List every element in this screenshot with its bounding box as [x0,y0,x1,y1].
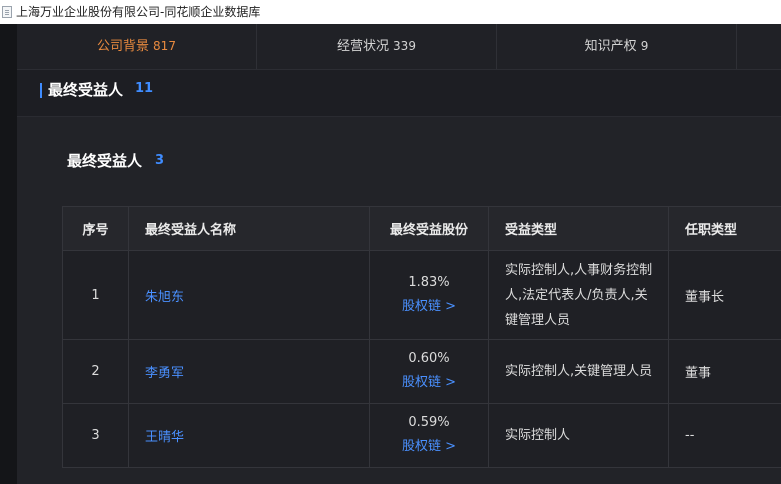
table-header-row: 序号 最终受益人名称 最终受益股份 受益类型 任职类型 [62,206,781,251]
header-position: 任职类型 [668,206,781,251]
header-name: 最终受益人名称 [128,206,370,251]
equity-chain-link[interactable]: 股权链 > [370,294,488,319]
cell-name: 李勇军 [128,339,370,404]
beneficiary-table: 序号 最终受益人名称 最终受益股份 受益类型 任职类型 1 朱旭东 1.83% … [62,206,781,468]
table-row: 1 朱旭东 1.83% 股权链 > 实际控制人,人事财务控制人,法定代表人/负责… [62,250,781,340]
tab-operating-status[interactable]: 经营状况 339 [257,24,497,69]
tab-count: 339 [393,39,416,53]
tab-count: 9 [640,39,649,53]
tab-label: 公司背景 [97,39,150,54]
cell-share: 0.59% 股权链 > [369,403,489,468]
beneficiary-name-link[interactable]: 朱旭东 [145,290,184,305]
cell-type: 实际控制人 [488,403,669,468]
panel-count: 3 [155,153,165,168]
cell-index: 2 [62,339,129,404]
share-percent: 0.59% [408,415,450,430]
header-type: 受益类型 [488,206,669,251]
beneficiary-panel: 最终受益人 3 序号 最终受益人名称 最终受益股份 受益类型 任职类型 1 朱旭… [17,117,781,484]
tab-more[interactable] [737,24,781,69]
tab-intellectual-property[interactable]: 知识产权 9 [497,24,737,69]
share-percent: 0.60% [408,351,450,366]
beneficiary-name-link[interactable]: 王晴华 [145,430,184,445]
document-icon [2,6,12,18]
beneficiary-name-link[interactable]: 李勇军 [145,366,184,381]
cell-name: 王晴华 [128,403,370,468]
cell-index: 1 [62,250,129,340]
cell-position: 董事长 [668,250,781,340]
tab-label: 经营状况 [337,39,390,54]
table-row: 3 王晴华 0.59% 股权链 > 实际控制人 -- [62,403,781,468]
tab-bar: 公司背景 817 经营状况 339 知识产权 9 [17,24,781,70]
tab-count: 817 [153,39,176,53]
header-index: 序号 [62,206,129,251]
tab-label: 知识产权 [584,39,637,54]
section-title: 最终受益人 [48,81,124,99]
panel-title: 最终受益人 [67,152,143,170]
window-titlebar: 上海万业企业股份有限公司-同花顺企业数据库 [0,0,781,24]
cell-name: 朱旭东 [128,250,370,340]
section-accent-bar [40,83,42,98]
cell-share: 1.83% 股权链 > [369,250,489,340]
left-gutter [0,24,17,484]
cell-position: -- [668,403,781,468]
cell-type: 实际控制人,人事财务控制人,法定代表人/负责人,关键管理人员 [488,250,669,340]
cell-share: 0.60% 股权链 > [369,339,489,404]
equity-chain-link[interactable]: 股权链 > [370,370,488,395]
cell-type: 实际控制人,关键管理人员 [488,339,669,404]
cell-index: 3 [62,403,129,468]
header-share: 最终受益股份 [369,206,489,251]
tab-company-background[interactable]: 公司背景 817 [17,24,257,69]
share-percent: 1.83% [408,274,450,290]
cell-position: 董事 [668,339,781,404]
table-row: 2 李勇军 0.60% 股权链 > 实际控制人,关键管理人员 董事 [62,339,781,404]
window-title: 上海万业企业股份有限公司-同花顺企业数据库 [16,5,261,19]
equity-chain-link[interactable]: 股权链 > [370,434,488,459]
section-count: 11 [135,81,154,96]
section-header: 最终受益人 11 [17,70,781,117]
